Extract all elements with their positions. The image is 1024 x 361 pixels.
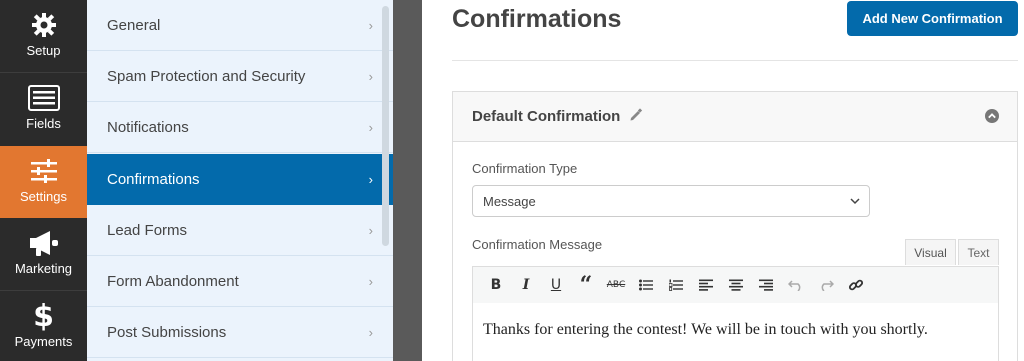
nav-item-lead-forms[interactable]: Lead Forms › <box>87 205 393 256</box>
align-center-icon[interactable] <box>721 272 751 298</box>
megaphone-icon <box>28 228 60 258</box>
nav-item-confirmations[interactable]: Confirmations › <box>87 154 393 205</box>
undo-icon[interactable] <box>781 272 811 298</box>
gear-icon <box>31 10 57 40</box>
chevron-right-icon: › <box>368 325 373 340</box>
rail-item-settings[interactable]: Settings <box>0 146 87 218</box>
rail-item-label: Marketing <box>14 261 73 276</box>
confirmation-panel-header[interactable]: Default Confirmation <box>453 92 1017 142</box>
chevron-right-icon: › <box>368 120 373 135</box>
confirmation-message-label: Confirmation Message <box>472 237 603 252</box>
tab-visual[interactable]: Visual <box>905 239 956 265</box>
nav-item-label: Form Abandonment <box>107 272 239 290</box>
blockquote-icon[interactable]: “ <box>571 272 601 298</box>
select-value: Message <box>483 193 536 209</box>
chevron-right-icon: › <box>368 172 373 187</box>
divider <box>452 60 1018 61</box>
dollar-icon: $ <box>33 298 54 334</box>
nav-item-post-submissions[interactable]: Post Submissions › <box>87 307 393 358</box>
confirmation-type-label: Confirmation Type <box>472 161 578 176</box>
panel-divider <box>393 0 422 361</box>
confirmation-type-select[interactable]: Message <box>472 185 870 217</box>
chevron-right-icon: › <box>368 18 373 33</box>
nav-item-form-abandonment[interactable]: Form Abandonment › <box>87 256 393 307</box>
align-right-icon[interactable] <box>751 272 781 298</box>
nav-item-label: Lead Forms <box>107 221 188 239</box>
rail-item-label: Fields <box>26 116 61 131</box>
italic-icon[interactable]: I <box>511 272 541 298</box>
underline-icon[interactable]: U <box>541 272 571 298</box>
page-title: Confirmations <box>452 5 622 33</box>
confirmation-title: Default Confirmation <box>472 108 621 125</box>
chevron-right-icon: › <box>368 223 373 238</box>
strikethrough-icon[interactable]: ABC <box>601 272 631 298</box>
nav-item-spam-protection[interactable]: Spam Protection and Security › <box>87 51 393 102</box>
nav-item-label: General <box>107 16 161 34</box>
rail-item-setup[interactable]: Setup <box>0 0 87 72</box>
bullet-list-icon[interactable] <box>631 272 661 298</box>
link-icon[interactable] <box>841 272 871 298</box>
confirmation-message-editor[interactable]: Thanks for entering the contest! We will… <box>472 303 999 361</box>
editor-toolbar: B I U “ ABC <box>472 266 999 304</box>
chevron-up-icon[interactable] <box>985 109 999 128</box>
nav-item-label: Notifications <box>107 118 189 136</box>
chevron-right-icon: › <box>368 274 373 289</box>
settings-nav: General › Spam Protection and Security ›… <box>87 0 393 361</box>
nav-item-general[interactable]: General › <box>87 0 393 51</box>
bold-icon[interactable]: B <box>481 272 511 298</box>
nav-scrollbar[interactable] <box>382 6 389 246</box>
chevron-down-icon <box>849 195 861 210</box>
nav-item-label: Spam Protection and Security <box>107 67 306 85</box>
builder-sidebar: Setup Fields Settings Marketing $ Paymen… <box>0 0 87 361</box>
nav-item-notifications[interactable]: Notifications › <box>87 102 393 153</box>
redo-icon[interactable] <box>811 272 841 298</box>
rail-item-label: Settings <box>20 189 67 204</box>
rail-item-fields[interactable]: Fields <box>0 73 87 145</box>
align-left-icon[interactable] <box>691 272 721 298</box>
main-content: Confirmations Add New Confirmation Defau… <box>422 0 1024 361</box>
rail-item-label: Payments <box>14 334 73 349</box>
nav-item-label: Post Submissions <box>107 323 227 341</box>
add-new-confirmation-button[interactable]: Add New Confirmation <box>847 1 1018 36</box>
pencil-icon[interactable] <box>629 108 643 127</box>
chevron-right-icon: › <box>368 69 373 84</box>
list-icon <box>27 83 60 113</box>
confirmation-panel: Default Confirmation Confirmation Type M… <box>452 91 1018 361</box>
tab-text[interactable]: Text <box>958 239 999 265</box>
numbered-list-icon[interactable] <box>661 272 691 298</box>
rail-item-marketing[interactable]: Marketing <box>0 218 87 290</box>
rail-item-label: Setup <box>26 43 61 58</box>
rail-item-payments[interactable]: $ Payments <box>0 291 87 361</box>
nav-item-label: Confirmations <box>107 170 200 188</box>
sliders-icon <box>30 156 58 186</box>
